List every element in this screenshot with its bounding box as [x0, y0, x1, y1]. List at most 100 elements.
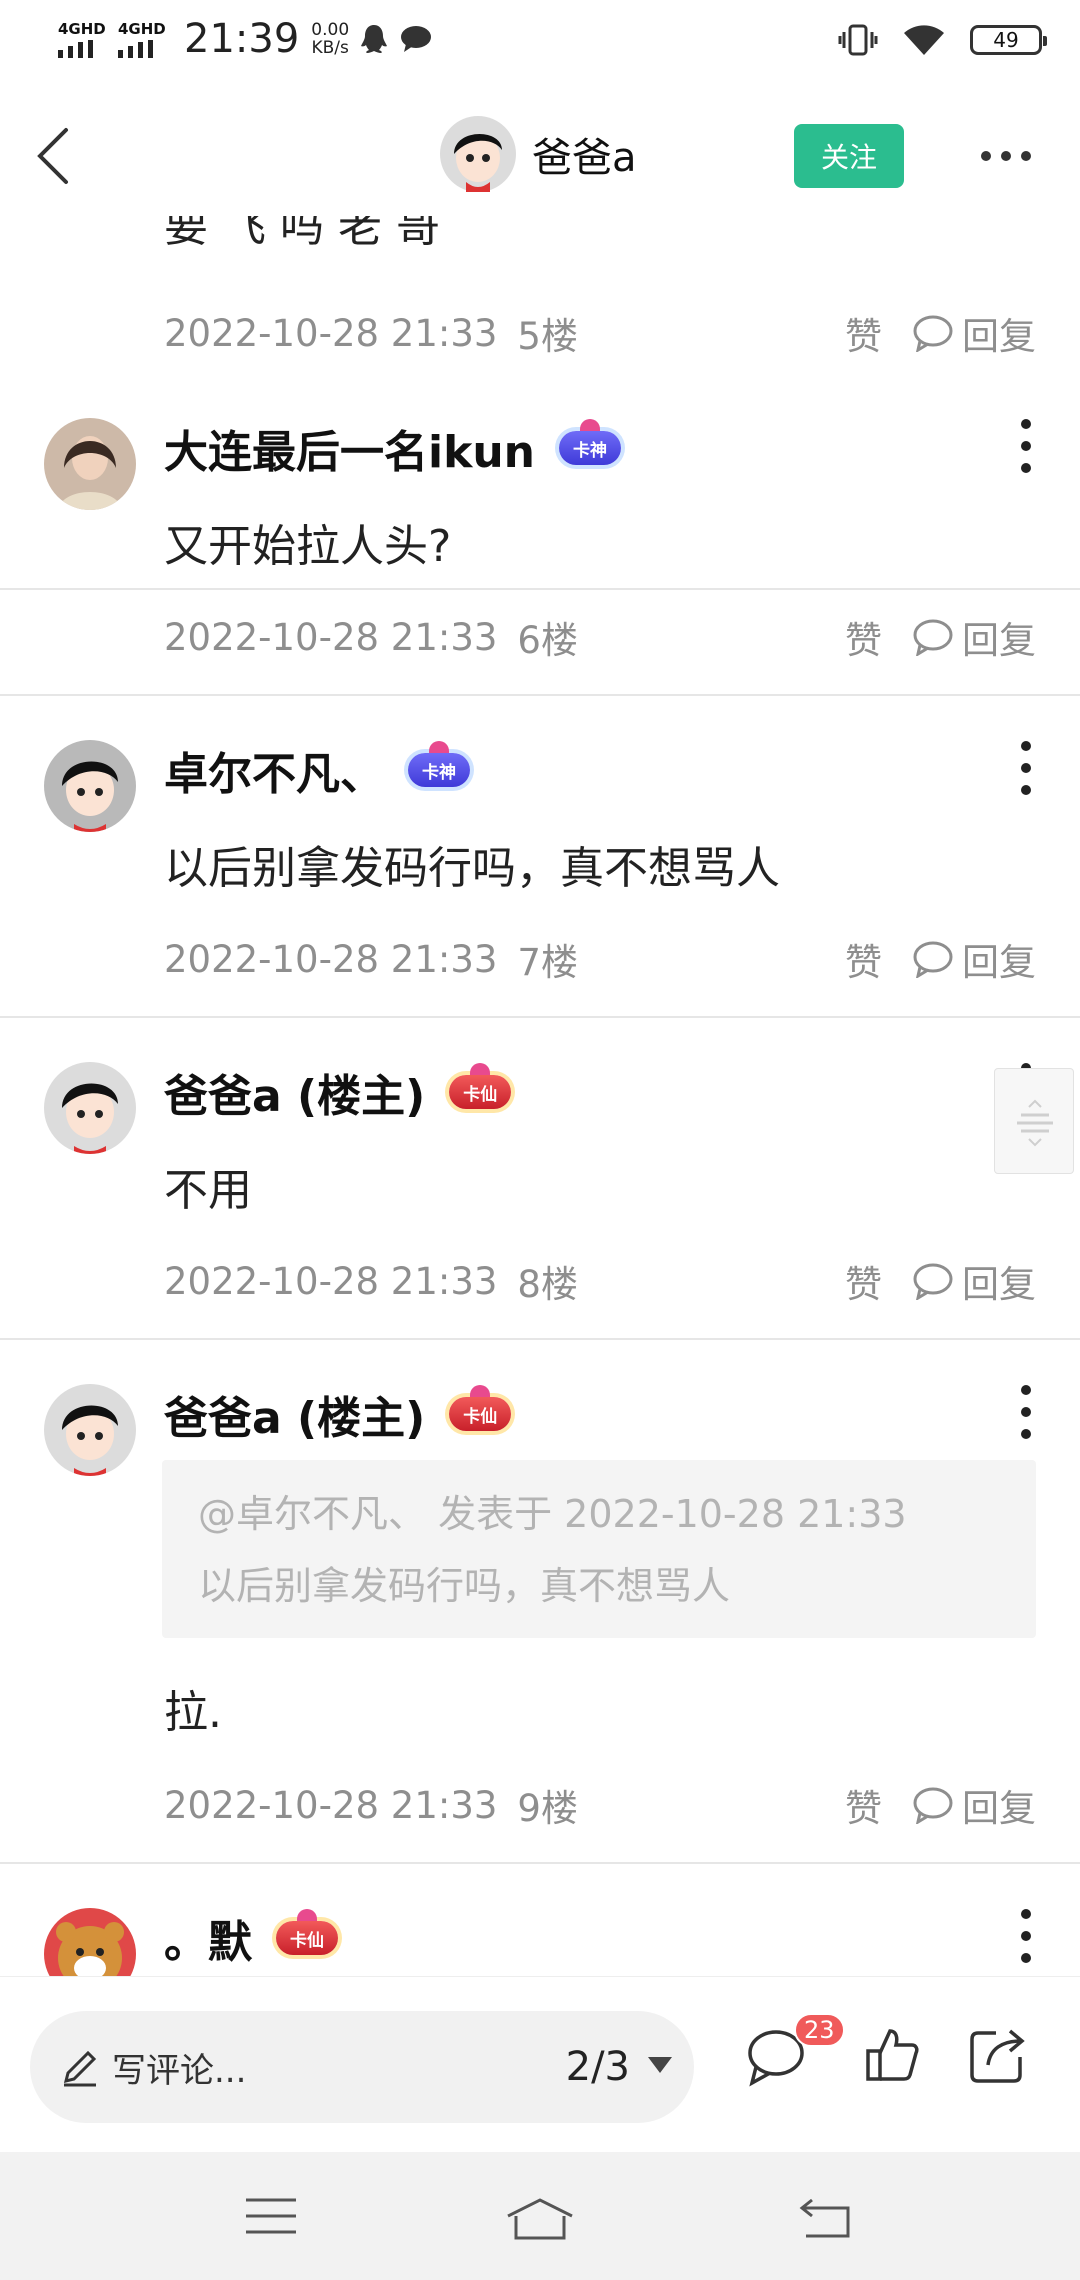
floor-number: 7楼 — [517, 941, 578, 984]
network-type-2: 4GHD — [118, 19, 166, 38]
clock: 21:39 — [184, 16, 300, 62]
more-options-icon[interactable] — [1014, 1382, 1038, 1442]
reply-bubble-icon — [913, 1787, 953, 1824]
comment-meta: 2022-10-28 21:33 8楼 赞 回复 — [164, 1254, 1036, 1308]
comment-text: 不用 — [164, 1165, 252, 1216]
vibrate-icon — [838, 24, 878, 56]
quoted-comment[interactable]: @卓尔不凡、 发表于 2022-10-28 21:33 以后别拿发码行吗，真不想… — [162, 1460, 1036, 1638]
comment-text: 又开始拉人头? — [164, 521, 452, 572]
comment-text: 要 飞 吗 老 哥 — [164, 216, 440, 252]
comment-meta: 2022-10-28 21:33 5楼 赞 回复 — [164, 306, 1036, 360]
share-icon[interactable] — [966, 2025, 1028, 2087]
username[interactable]: 爸爸a (楼主) 卡仙 — [164, 1060, 512, 1124]
battery-level: 49 — [993, 28, 1019, 52]
comment-item: 。默 卡仙 — [0, 1864, 1080, 1976]
qq-icon — [361, 25, 388, 53]
username-text[interactable]: 大连最后一名ikun — [164, 416, 535, 480]
follow-button[interactable]: 关注 — [794, 124, 904, 188]
signal-icon — [118, 39, 153, 58]
status-bar: 4GHD 4GHD 21:39 0.00 KB/s 49 — [0, 0, 1080, 84]
comment-date: 2022-10-28 21:33 — [164, 1783, 498, 1827]
pencil-icon — [63, 2050, 97, 2087]
reply-bubble-icon — [913, 315, 953, 352]
reply-label: 回复 — [962, 941, 1036, 984]
level-badge: 卡仙 — [449, 1385, 512, 1431]
author-name[interactable]: 爸爸a — [532, 125, 637, 183]
username[interactable]: 。默 卡仙 — [164, 1906, 338, 1970]
comment-meta: 2022-10-28 21:33 9楼 赞 回复 — [164, 1778, 1036, 1832]
reply-button[interactable]: 回复 — [912, 610, 1036, 664]
comment-date: 2022-10-28 21:33 — [164, 615, 498, 659]
more-options-icon[interactable] — [978, 138, 1034, 174]
more-options-icon[interactable] — [1014, 738, 1038, 798]
more-options-icon[interactable] — [1014, 1906, 1038, 1966]
thread-author[interactable]: 爸爸a — [440, 116, 637, 192]
reply-button[interactable]: 回复 — [912, 932, 1036, 986]
username[interactable]: 大连最后一名ikun 卡神 — [164, 416, 621, 480]
comment-input[interactable]: 写评论... 2/3 — [30, 2011, 694, 2123]
user-avatar[interactable] — [44, 418, 136, 510]
comment-placeholder: 写评论... — [112, 2050, 247, 2091]
signal-indicator-1: 4GHD — [58, 21, 108, 58]
network-speed-value: 0.00 — [311, 20, 350, 40]
signal-icon — [58, 39, 93, 58]
level-badge: 卡仙 — [449, 1063, 512, 1109]
reply-bubble-icon — [913, 1263, 953, 1300]
username-text[interactable]: 爸爸a (楼主) — [164, 1382, 425, 1446]
quote-header: @卓尔不凡、 发表于 2022-10-28 21:33 — [198, 1492, 907, 1536]
floor-number: 9楼 — [517, 1787, 578, 1830]
more-options-icon[interactable] — [1014, 416, 1038, 476]
menu-icon[interactable] — [244, 2196, 298, 2236]
floor-number: 6楼 — [517, 619, 578, 662]
like-button[interactable]: 赞 — [845, 1254, 882, 1308]
home-icon[interactable] — [504, 2196, 576, 2240]
reply-label: 回复 — [962, 619, 1036, 662]
reply-bubble-icon — [913, 941, 953, 978]
bottom-action-bar: 写评论... 2/3 23 — [0, 1976, 1080, 2152]
scroll-handle[interactable] — [994, 1068, 1074, 1174]
reply-button[interactable]: 回复 — [912, 306, 1036, 360]
comment-date: 2022-10-28 21:33 — [164, 937, 498, 981]
username[interactable]: 爸爸a (楼主) 卡仙 — [164, 1382, 512, 1446]
author-avatar[interactable] — [440, 116, 516, 192]
network-type-1: 4GHD — [58, 19, 106, 38]
signal-indicator-2: 4GHD — [118, 21, 168, 58]
reply-button[interactable]: 回复 — [912, 1778, 1036, 1832]
comment-item: 爸爸a (楼主) 卡仙 不用 2022-10-28 21:33 8楼 赞 回复 — [0, 1018, 1080, 1340]
username-text[interactable]: 爸爸a (楼主) — [164, 1060, 425, 1124]
floor-number: 8楼 — [517, 1263, 578, 1306]
network-speed-unit: KB/s — [311, 38, 349, 58]
comment-meta: 2022-10-28 21:33 6楼 赞 回复 — [164, 610, 1036, 664]
reply-label: 回复 — [962, 315, 1036, 358]
comment-text: 拉. — [164, 1687, 222, 1738]
reply-button[interactable]: 回复 — [912, 1254, 1036, 1308]
comment-date: 2022-10-28 21:33 — [164, 311, 498, 355]
username-text[interactable]: 。默 — [164, 1906, 252, 1970]
like-button[interactable]: 赞 — [845, 1778, 882, 1832]
comment-count-badge: 23 — [794, 2013, 845, 2047]
like-button[interactable]: 赞 — [845, 932, 882, 986]
chat-bubble-icon — [401, 26, 432, 52]
page-indicator[interactable]: 2/3 — [566, 2044, 630, 2090]
like-button[interactable]: 赞 — [845, 610, 882, 664]
user-avatar[interactable] — [44, 1384, 136, 1476]
comment-text: 以后别拿发码行吗，真不想骂人 — [164, 843, 780, 894]
user-avatar[interactable] — [44, 740, 136, 832]
reply-label: 回复 — [962, 1263, 1036, 1306]
username[interactable]: 卓尔不凡、 卡神 — [164, 738, 470, 802]
level-badge: 卡仙 — [276, 1909, 338, 1955]
back-icon[interactable] — [798, 2196, 852, 2240]
comment-list[interactable]: 要 飞 吗 老 哥 2022-10-28 21:33 5楼 赞 回复 大连最后一… — [0, 216, 1080, 1976]
page-dropdown-icon[interactable] — [648, 2057, 672, 2073]
back-arrow-icon[interactable] — [26, 124, 86, 188]
battery-indicator: 49 — [970, 25, 1047, 55]
level-badge: 卡神 — [408, 741, 470, 787]
like-button[interactable]: 赞 — [845, 306, 882, 360]
comment-item: 卓尔不凡、 卡神 以后别拿发码行吗，真不想骂人 2022-10-28 21:33… — [0, 696, 1080, 1018]
user-avatar[interactable] — [44, 1908, 136, 1976]
username-text[interactable]: 卓尔不凡、 — [164, 738, 384, 802]
like-thumb-icon[interactable] — [862, 2025, 922, 2085]
top-nav-bar: 爸爸a 关注 — [0, 96, 1080, 216]
user-avatar[interactable] — [44, 1062, 136, 1154]
comment-item: 爸爸a (楼主) 卡仙 @卓尔不凡、 发表于 2022-10-28 21:33 … — [0, 1340, 1080, 1864]
